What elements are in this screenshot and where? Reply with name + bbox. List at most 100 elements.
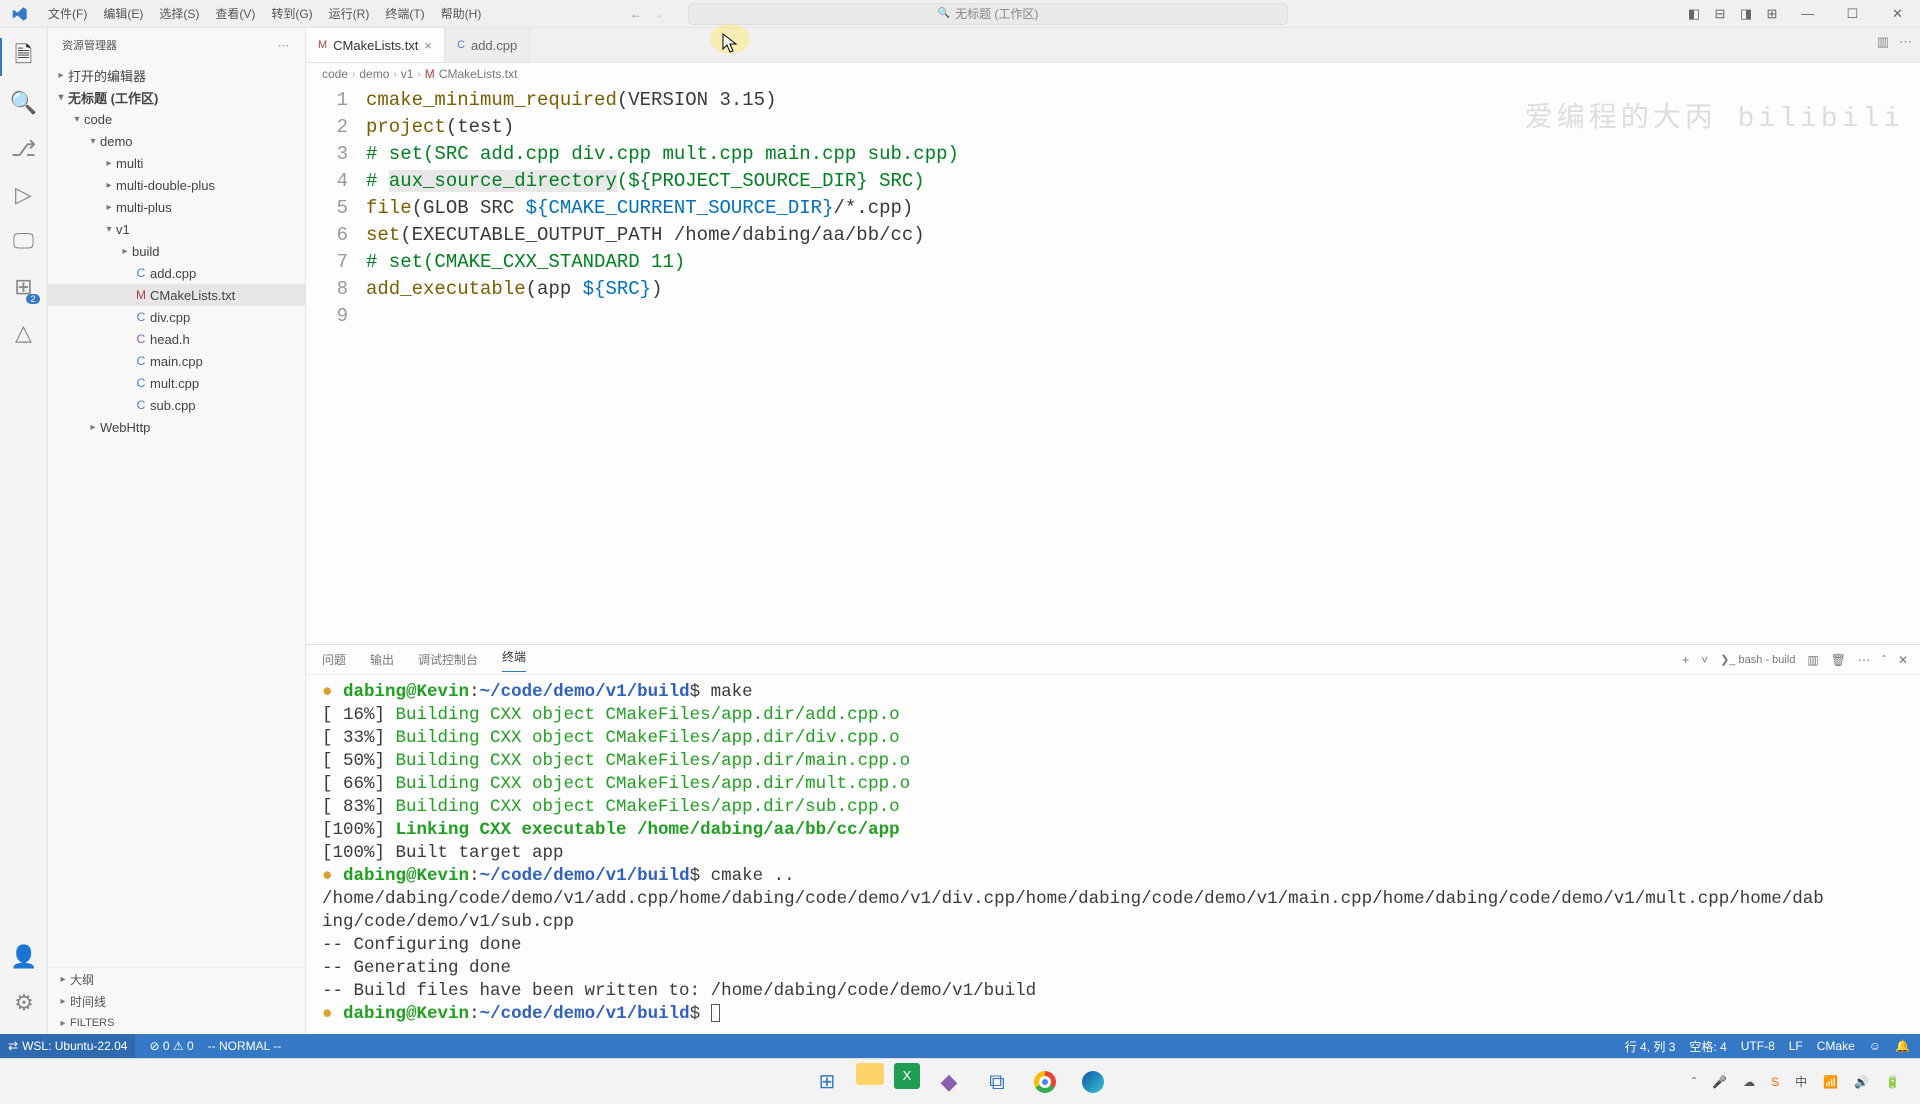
menu-item[interactable]: 编辑(E) xyxy=(95,2,151,25)
file-icon: C xyxy=(132,398,150,412)
file-icon: C xyxy=(132,310,150,324)
excel-icon[interactable]: X xyxy=(894,1063,920,1089)
remote-indicator[interactable]: ⇄ WSL: Ubuntu-22.04 xyxy=(0,1034,135,1058)
maximize-panel-icon[interactable]: ˆ xyxy=(1882,653,1886,667)
tray-chevron-icon[interactable]: ˆ xyxy=(1692,1075,1696,1089)
close-panel-icon[interactable]: ✕ xyxy=(1898,653,1908,667)
more-icon[interactable]: ⋯ xyxy=(1899,34,1912,50)
source-control-icon[interactable]: ⎇ xyxy=(0,126,48,172)
notifications-icon[interactable]: 🔔 xyxy=(1895,1039,1910,1053)
ime-icon[interactable]: 中 xyxy=(1795,1073,1807,1090)
menu-item[interactable]: 转到(G) xyxy=(263,2,320,25)
settings-icon[interactable]: ⚙ xyxy=(0,980,48,1026)
menu-item[interactable]: 文件(F) xyxy=(40,2,95,25)
search-icon[interactable]: 🔍 xyxy=(0,80,48,126)
remote-icon[interactable]: 🖵 xyxy=(0,218,48,264)
search-icon: 🔍 xyxy=(938,8,950,19)
tree-row[interactable]: ▸WebHttp xyxy=(48,416,305,438)
breadcrumb[interactable]: code›demo›v1›M CMakeLists.txt xyxy=(306,63,1920,85)
outline-section[interactable]: ▸大纲 xyxy=(48,968,305,990)
editor-tab[interactable]: MCMakeLists.txt× xyxy=(306,28,445,62)
panel-tab[interactable]: 调试控制台 xyxy=(418,651,478,668)
search-placeholder: 无标题 (工作区) xyxy=(955,5,1038,22)
cmake-icon[interactable]: △ xyxy=(0,310,48,356)
layout-left-icon[interactable]: ◧ xyxy=(1681,6,1707,22)
nav-arrows: ← → xyxy=(630,7,664,21)
eol-status[interactable]: LF xyxy=(1789,1039,1803,1053)
more-icon[interactable]: ⋯ xyxy=(278,39,291,52)
visual-studio-icon[interactable]: ◆ xyxy=(930,1063,968,1101)
trash-icon[interactable]: 🗑 xyxy=(1831,653,1846,667)
split-icon[interactable]: ▥ xyxy=(1877,34,1889,50)
tree-row[interactable]: ▾demo xyxy=(48,130,305,152)
file-explorer-icon[interactable] xyxy=(856,1063,884,1085)
feedback-icon[interactable]: ☺ xyxy=(1869,1039,1881,1053)
menu-item[interactable]: 运行(R) xyxy=(321,2,378,25)
filters-section[interactable]: ▸FILTERS xyxy=(48,1012,305,1034)
workspace-root[interactable]: ▾无标题 (工作区) xyxy=(48,86,305,108)
terminal-name[interactable]: ❯_ bash - build xyxy=(1720,653,1795,666)
volume-icon[interactable]: 🔊 xyxy=(1854,1075,1869,1089)
layout-right-icon[interactable]: ◨ xyxy=(1733,6,1759,22)
problems-status[interactable]: ⊘ 0 ⚠ 0 xyxy=(149,1039,193,1053)
file-icon: C xyxy=(132,266,150,280)
layout-bottom-icon[interactable]: ⊟ xyxy=(1707,6,1733,22)
debug-icon[interactable]: ▷ xyxy=(0,172,48,218)
tree-row[interactable]: ▸multi-double-plus xyxy=(48,174,305,196)
tree-row[interactable]: ▸multi-plus xyxy=(48,196,305,218)
panel-tab[interactable]: 问题 xyxy=(322,651,346,668)
split-terminal-icon[interactable]: ▥ xyxy=(1807,653,1818,667)
new-terminal-icon[interactable]: + xyxy=(1682,653,1689,667)
menu-item[interactable]: 终端(T) xyxy=(377,2,432,25)
explorer-icon[interactable]: 🗎 xyxy=(0,34,48,80)
editor[interactable]: 爱编程的大丙 bilibili 123456789 cmake_minimum_… xyxy=(306,85,1920,644)
tree-row[interactable]: Csub.cpp xyxy=(48,394,305,416)
tree-row[interactable]: Chead.h xyxy=(48,328,305,350)
forward-icon[interactable]: → xyxy=(652,7,664,21)
panel-tab[interactable]: 终端 xyxy=(502,648,526,672)
tree-row[interactable]: Cdiv.cpp xyxy=(48,306,305,328)
minimize-icon[interactable]: — xyxy=(1785,6,1830,21)
battery-icon[interactable]: 🔋 xyxy=(1885,1075,1900,1089)
close-tab-icon[interactable]: × xyxy=(424,38,432,53)
account-icon[interactable]: 👤 xyxy=(0,934,48,980)
vscode-icon[interactable]: ⧉ xyxy=(978,1063,1016,1101)
file-icon: C xyxy=(132,332,150,346)
timeline-section[interactable]: ▸时间线 xyxy=(48,990,305,1012)
tree-row[interactable]: MCMakeLists.txt xyxy=(48,284,305,306)
tree-row[interactable]: Cmult.cpp xyxy=(48,372,305,394)
back-icon[interactable]: ← xyxy=(630,7,642,21)
panel-tab[interactable]: 输出 xyxy=(370,651,394,668)
sogou-icon[interactable]: S xyxy=(1771,1075,1779,1089)
chrome-icon[interactable] xyxy=(1026,1063,1064,1101)
encoding-status[interactable]: UTF-8 xyxy=(1741,1039,1775,1053)
tree-row[interactable]: ▾v1 xyxy=(48,218,305,240)
indent-status[interactable]: 空格: 4 xyxy=(1689,1038,1726,1055)
more-icon[interactable]: ⋯ xyxy=(1858,653,1870,667)
mic-icon[interactable]: 🎤 xyxy=(1712,1075,1727,1089)
menu-item[interactable]: 查看(V) xyxy=(207,2,263,25)
onedrive-icon[interactable]: ☁ xyxy=(1743,1075,1755,1089)
tree-row[interactable]: ▸multi xyxy=(48,152,305,174)
cursor-position[interactable]: 行 4, 列 3 xyxy=(1625,1038,1676,1055)
wifi-icon[interactable]: 📶 xyxy=(1823,1075,1838,1089)
maximize-icon[interactable]: ☐ xyxy=(1830,6,1875,22)
tree-row[interactable]: Cadd.cpp xyxy=(48,262,305,284)
close-icon[interactable]: ✕ xyxy=(1875,6,1920,22)
editor-tab[interactable]: Cadd.cpp xyxy=(445,28,530,62)
command-center[interactable]: 🔍 无标题 (工作区) xyxy=(688,3,1288,25)
tree-row[interactable]: ▾code xyxy=(48,108,305,130)
terminal-dropdown-icon[interactable]: ˅ xyxy=(1701,653,1708,667)
terminal[interactable]: ● dabing@Kevin:~/code/demo/v1/build$ mak… xyxy=(306,675,1920,1034)
code-area[interactable]: cmake_minimum_required(VERSION 3.15)proj… xyxy=(366,85,1920,644)
open-editors-section[interactable]: ▸打开的编辑器 xyxy=(48,64,305,86)
menu-item[interactable]: 帮助(H) xyxy=(433,2,490,25)
start-icon[interactable]: ⊞ xyxy=(808,1063,846,1101)
menu-item[interactable]: 选择(S) xyxy=(151,2,207,25)
tree-row[interactable]: ▸build xyxy=(48,240,305,262)
edge-icon[interactable] xyxy=(1074,1063,1112,1101)
layout-grid-icon[interactable]: ⊞ xyxy=(1759,6,1785,22)
tree-row[interactable]: Cmain.cpp xyxy=(48,350,305,372)
language-status[interactable]: CMake xyxy=(1817,1039,1855,1053)
extensions-icon[interactable]: ⊞2 xyxy=(0,264,48,310)
